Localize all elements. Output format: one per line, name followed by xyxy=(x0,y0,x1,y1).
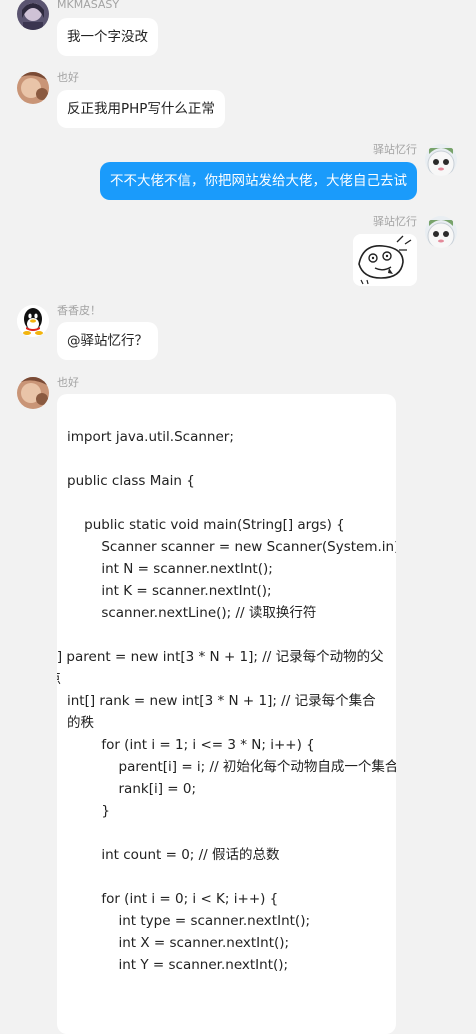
code-line: int[] parent = new int[3 * N + 1]; // 记录… xyxy=(57,649,384,687)
code-line: for (int i = 1; i <= 3 * N; i++) { xyxy=(67,737,315,753)
sticker-image[interactable] xyxy=(353,234,417,286)
message-bubble[interactable]: @驿站忆行？ xyxy=(57,322,158,360)
sender-name: 香香皮！ xyxy=(57,304,101,317)
code-line: int N = scanner.nextInt(); xyxy=(67,561,273,577)
avatar[interactable] xyxy=(17,377,49,409)
avatar[interactable] xyxy=(17,72,49,104)
code-line: for (int i = 0; i < K; i++) { xyxy=(67,891,279,907)
sender-name: 也好 xyxy=(57,71,79,84)
sender-name: MKMASASY xyxy=(57,0,120,11)
sender-name: 驿站忆行 xyxy=(373,215,417,228)
code-line: parent[i] = i; // 初始化每个动物自成一个集合 xyxy=(67,759,396,775)
sender-name: 驿站忆行 xyxy=(373,143,417,156)
code-line: int X = scanner.nextInt(); xyxy=(67,935,290,951)
code-line: rank[i] = 0; xyxy=(67,781,197,797)
avatar[interactable] xyxy=(425,216,457,248)
message-bubble[interactable]: 反正我用PHP写什么正常 xyxy=(57,90,225,128)
code-line: int type = scanner.nextInt(); xyxy=(67,913,311,929)
avatar[interactable] xyxy=(17,305,49,337)
code-line: Scanner scanner = new Scanner(System.in)… xyxy=(67,539,396,555)
code-line: int K = scanner.nextInt(); xyxy=(67,583,272,599)
sender-name: 也好 xyxy=(57,376,79,389)
avatar[interactable] xyxy=(17,0,49,30)
message-bubble[interactable]: 我一个字没改 xyxy=(57,18,158,56)
code-line: public class Main { xyxy=(67,473,195,489)
code-line: scanner.nextLine(); // 读取换行符 xyxy=(67,605,317,621)
avatar[interactable] xyxy=(425,144,457,176)
code-line: int[] rank = new int[3 * N + 1]; // 记录每个… xyxy=(67,693,376,731)
message-bubble[interactable]: 不不大佬不信，你把网站发给大佬，大佬自己去试 xyxy=(100,162,417,200)
code-line: int count = 0; // 假话的总数 xyxy=(67,847,280,863)
code-line: } xyxy=(67,803,110,819)
code-line: public static void main(String[] args) { xyxy=(67,517,345,533)
code-line: import java.util.Scanner; xyxy=(67,429,234,445)
code-line: int Y = scanner.nextInt(); xyxy=(67,957,289,973)
code-message-bubble[interactable]: import java.util.Scanner; public class M… xyxy=(57,394,396,1034)
